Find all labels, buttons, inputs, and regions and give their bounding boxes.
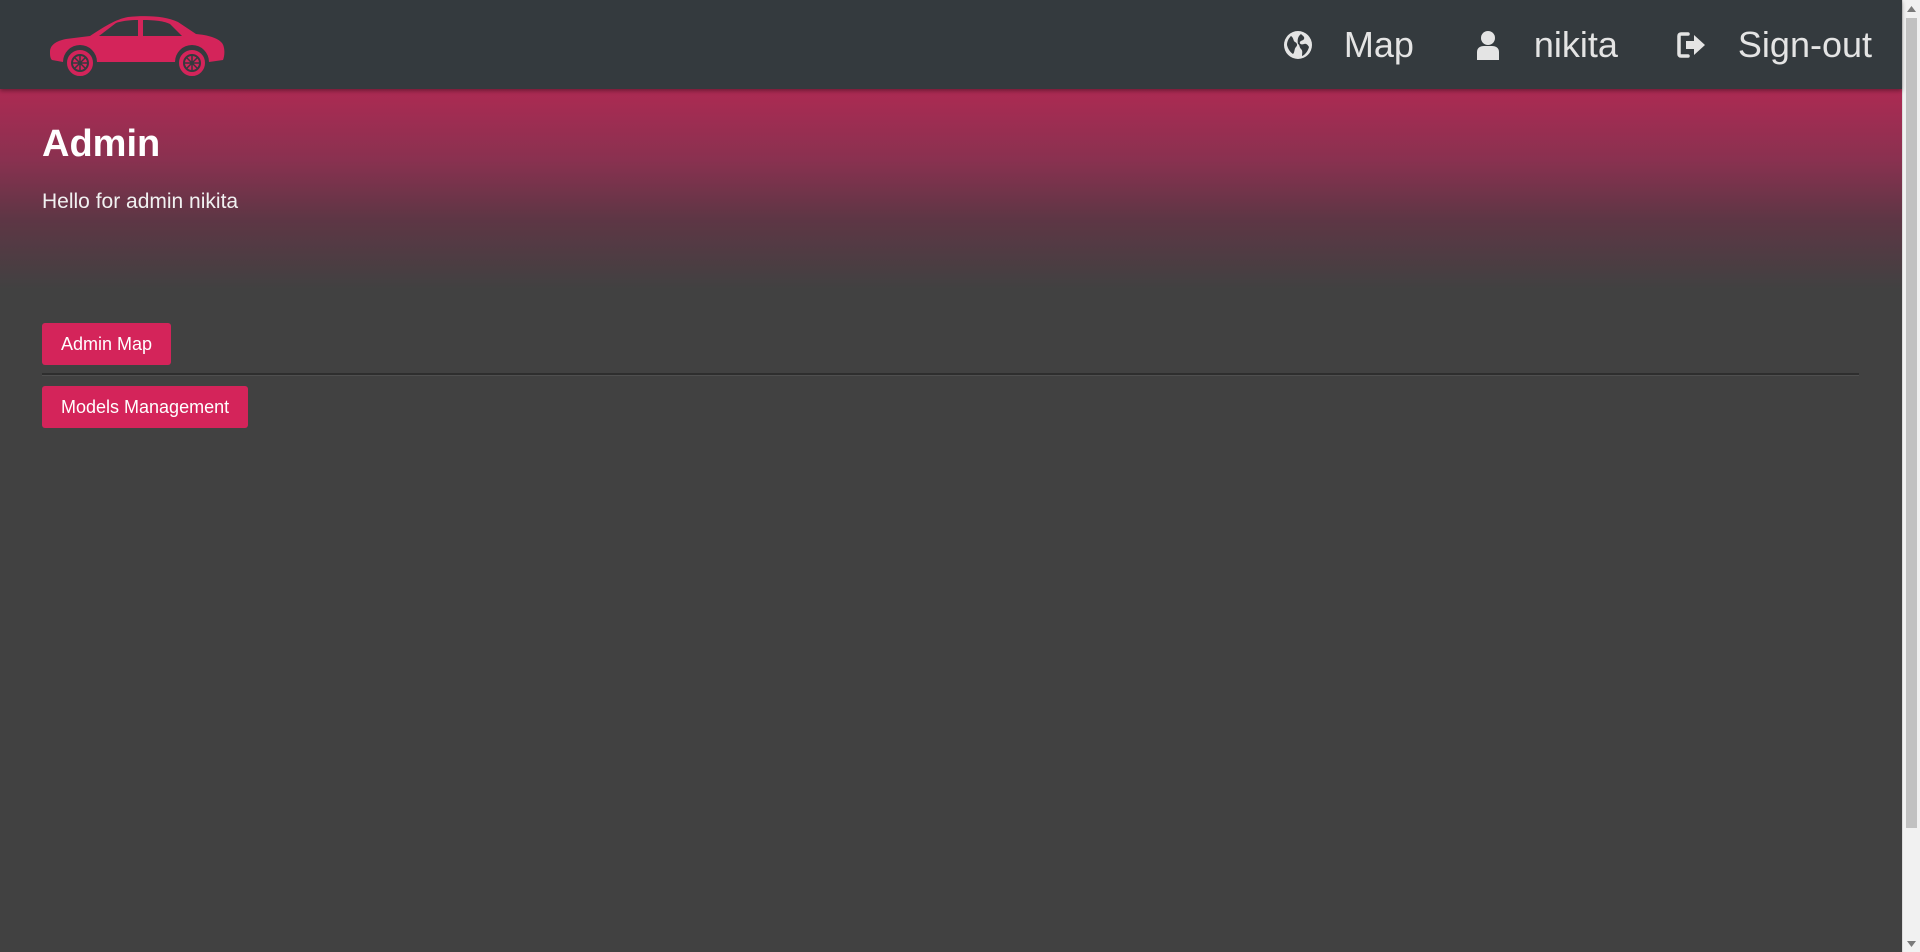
nav-item-user[interactable]: nikita — [1472, 24, 1618, 66]
hero-banner — [0, 89, 1902, 289]
nav-item-map-label: Map — [1343, 23, 1414, 65]
car-icon — [50, 16, 225, 78]
models-management-button[interactable]: Models Management — [42, 386, 249, 428]
nav-item-sign-out-label: Sign-out — [1737, 23, 1872, 65]
nav-item-user-label: nikita — [1533, 23, 1618, 65]
car-logo[interactable] — [46, 12, 226, 78]
page-title: Admin — [42, 123, 161, 165]
user-icon — [1472, 29, 1504, 61]
globe-icon — [1282, 29, 1314, 61]
scroll-up-arrow-icon[interactable] — [1903, 0, 1920, 17]
nav-menu: Map nikita Sign-out — [1224, 0, 1872, 89]
nav-item-sign-out[interactable]: Sign-out — [1676, 24, 1872, 66]
divider — [42, 373, 1859, 376]
nav-item-map[interactable]: Map — [1282, 24, 1414, 66]
top-navbar: Map nikita Sign-out — [0, 0, 1902, 89]
scroll-down-arrow-icon[interactable] — [1903, 935, 1920, 952]
admin-map-button[interactable]: Admin Map — [42, 323, 172, 365]
welcome-message: Hello for admin nikita — [42, 190, 239, 213]
vertical-scrollbar[interactable] — [1902, 0, 1920, 952]
sign-out-icon — [1676, 29, 1708, 61]
page: Map nikita Sign-out Admin Hello for admi… — [0, 0, 1920, 952]
scrollbar-thumb[interactable] — [1906, 18, 1917, 828]
